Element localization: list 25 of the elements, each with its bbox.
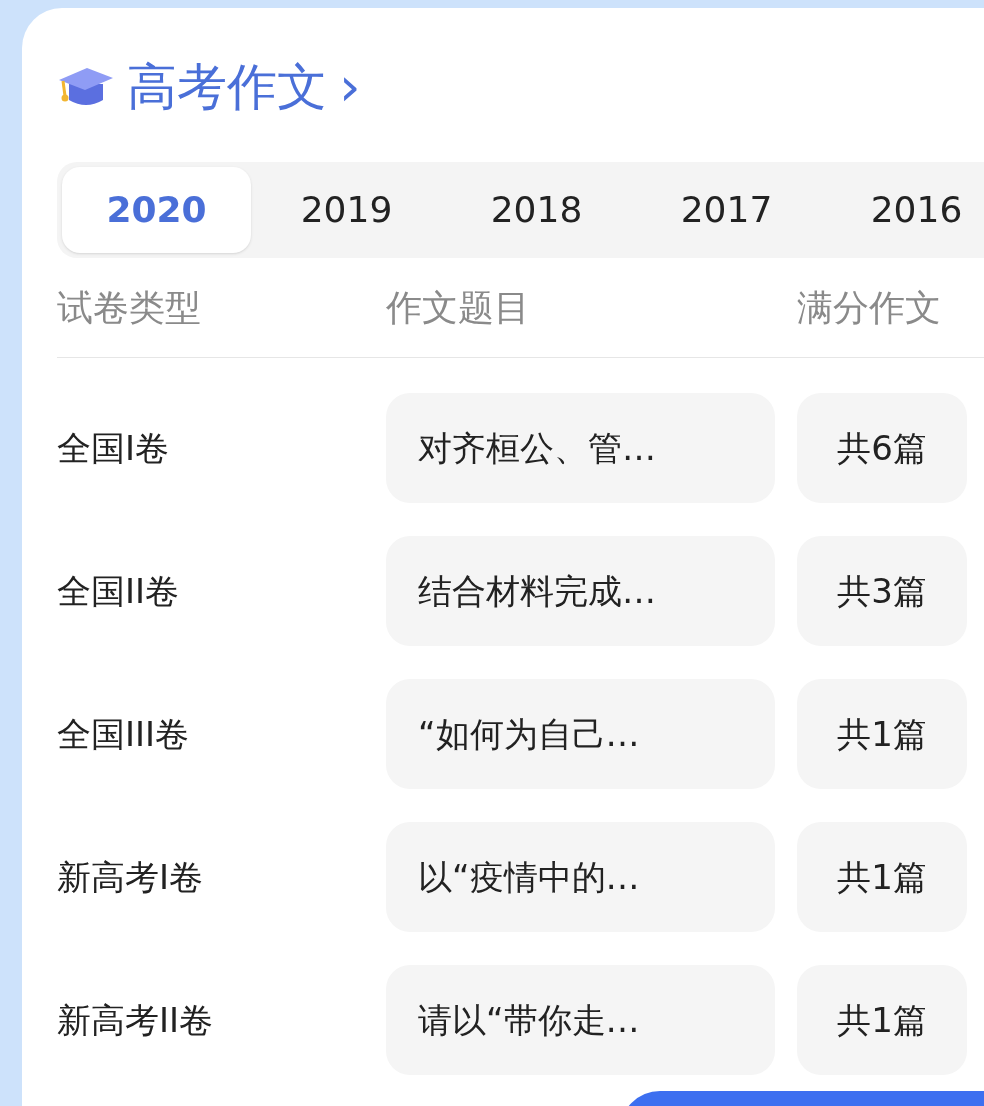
column-header: 试卷类型 (57, 285, 202, 330)
essay-count-button[interactable]: 共1篇 (797, 679, 967, 789)
topic-button[interactable]: 以“疫情中的… (386, 822, 775, 932)
year-tab[interactable]: 2019 (252, 167, 441, 253)
year-tab[interactable]: 2020 (62, 167, 251, 253)
paper-type-cell-text: 全国I卷 (57, 426, 171, 470)
essay-count-button[interactable]: 共1篇 (797, 822, 967, 932)
column-header: 作文题目 (386, 285, 531, 330)
topic-button[interactable]: 结合材料完成… (386, 536, 775, 646)
section-title[interactable]: 高考作文 (127, 49, 327, 125)
year-tab[interactable]: 2017 (632, 167, 821, 253)
topic-button[interactable]: 请以“带你走… (386, 965, 775, 1075)
column-header: 满分作文 (797, 285, 941, 330)
paper-type-cell-text: 新高考II卷 (57, 998, 215, 1042)
year-tab[interactable]: 2018 (442, 167, 631, 253)
essay-count-button[interactable]: 共3篇 (797, 536, 967, 646)
year-tab[interactable]: 2016 (822, 167, 984, 253)
essay-count-button[interactable]: 共1篇 (797, 965, 967, 1075)
paper-type-cell-text: 全国II卷 (57, 569, 181, 613)
paper-type-cell-text: 新高考I卷 (57, 855, 205, 899)
essay-count-button[interactable]: 共6篇 (797, 393, 967, 503)
topic-button[interactable]: 对齐桓公、管… (386, 393, 775, 503)
topic-button[interactable]: “如何为自己… (386, 679, 775, 789)
chevron-icon[interactable]: › (339, 60, 361, 114)
paper-type-cell-text: 全国III卷 (57, 712, 191, 756)
